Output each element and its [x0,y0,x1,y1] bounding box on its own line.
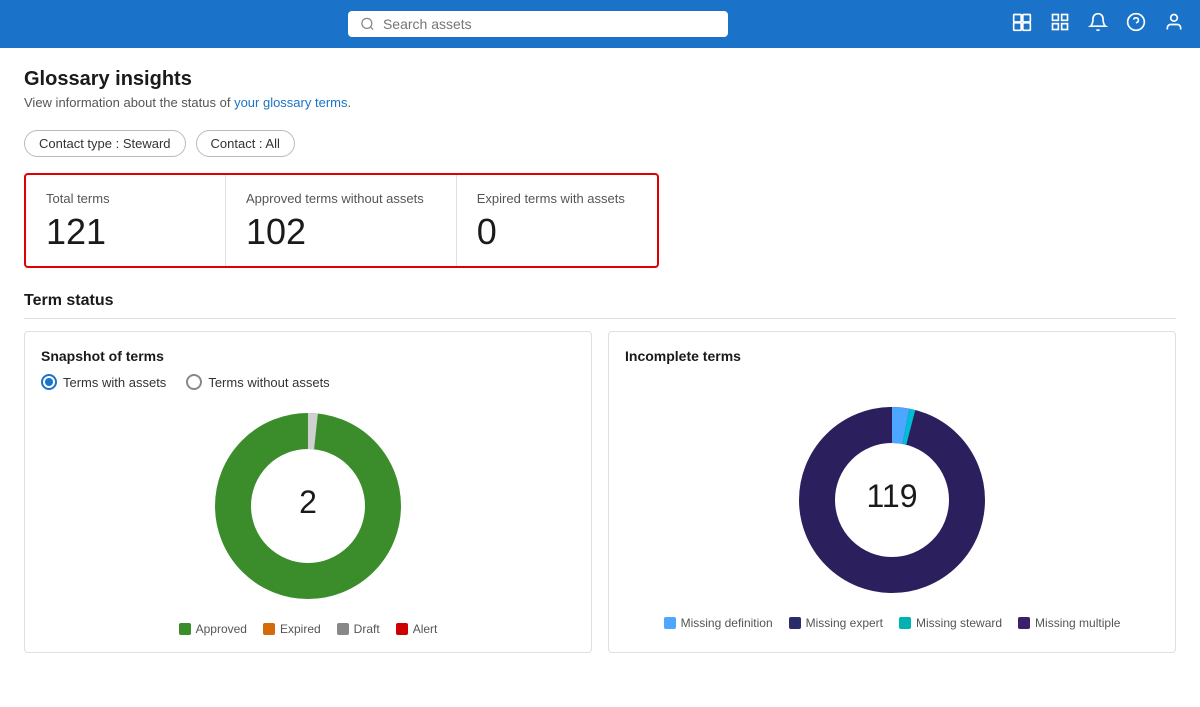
radio-terms-without-assets[interactable]: Terms without assets [186,374,329,390]
incomplete-legend: Missing definition Missing expert Missin… [625,616,1159,630]
radio-circle-selected [41,374,57,390]
radio-label-without-assets: Terms without assets [208,375,329,390]
stat-value-approved: 102 [246,214,424,250]
help-icon[interactable] [1126,12,1146,37]
legend-dot-missing-multiple [1018,617,1030,629]
filters: Contact type : Steward Contact : All [24,130,1176,157]
legend-approved: Approved [179,622,247,636]
search-bar[interactable] [348,11,728,37]
stat-value-total: 121 [46,214,193,250]
radio-group-snapshot: Terms with assets Terms without assets [41,374,575,390]
stat-total-terms: Total terms 121 [26,175,226,266]
legend-dot-expired [263,623,275,635]
snapshot-legend: Approved Expired Draft Alert [41,622,575,636]
charts-row: Snapshot of terms Terms with assets Term… [24,331,1176,653]
user-icon[interactable] [1164,12,1184,37]
snapshot-donut-svg: 2 [208,406,408,606]
back-icon[interactable] [1012,12,1032,37]
snapshot-donut-wrapper: 2 [41,406,575,606]
legend-dot-missing-expert [789,617,801,629]
incomplete-chart-card: Incomplete terms 119 [608,331,1176,653]
snapshot-chart-card: Snapshot of terms Terms with assets Term… [24,331,592,653]
incomplete-donut-wrapper: 119 [625,400,1159,600]
legend-missing-expert: Missing expert [789,616,883,630]
legend-dot-draft [337,623,349,635]
stat-expired-terms: Expired terms with assets 0 [457,175,657,266]
incomplete-donut-svg: 119 [792,400,992,600]
subtitle-link[interactable]: your glossary terms [234,95,347,110]
legend-draft: Draft [337,622,380,636]
radio-circle-unselected [186,374,202,390]
stat-value-expired: 0 [477,214,625,250]
legend-label-draft: Draft [354,622,380,636]
legend-expired: Expired [263,622,321,636]
search-icon [360,16,375,32]
incomplete-center-value: 119 [866,478,917,514]
stat-label-approved: Approved terms without assets [246,191,424,206]
grid-icon[interactable] [1050,12,1070,37]
legend-dot-missing-steward [899,617,911,629]
page-title: Glossary insights [24,68,1176,91]
bell-icon[interactable] [1088,12,1108,37]
stat-label-total: Total terms [46,191,193,206]
page-subtitle: View information about the status of you… [24,95,1176,110]
legend-dot-missing-definition [664,617,676,629]
legend-dot-approved [179,623,191,635]
stat-label-expired: Expired terms with assets [477,191,625,206]
incomplete-chart-title: Incomplete terms [625,348,1159,364]
stat-approved-terms: Approved terms without assets 102 [226,175,457,266]
legend-missing-steward: Missing steward [899,616,1002,630]
main-content: Glossary insights View information about… [0,48,1200,673]
filter-contact[interactable]: Contact : All [196,130,295,157]
legend-dot-alert [396,623,408,635]
legend-label-missing-multiple: Missing multiple [1035,616,1120,630]
subtitle-text: View information about the status of [24,95,234,110]
stats-container: Total terms 121 Approved terms without a… [24,173,659,268]
legend-label-missing-definition: Missing definition [681,616,773,630]
section-title-term-status: Term status [24,292,1176,319]
legend-label-missing-expert: Missing expert [806,616,883,630]
search-input[interactable] [383,16,716,32]
legend-label-expired: Expired [280,622,321,636]
legend-missing-definition: Missing definition [664,616,773,630]
legend-label-approved: Approved [196,622,247,636]
radio-label-with-assets: Terms with assets [63,375,166,390]
legend-label-alert: Alert [413,622,438,636]
filter-contact-type[interactable]: Contact type : Steward [24,130,186,157]
snapshot-chart-title: Snapshot of terms [41,348,575,364]
snapshot-center-value: 2 [299,484,317,520]
legend-label-missing-steward: Missing steward [916,616,1002,630]
legend-alert: Alert [396,622,438,636]
top-nav [0,0,1200,48]
legend-missing-multiple: Missing multiple [1018,616,1120,630]
radio-terms-with-assets[interactable]: Terms with assets [41,374,166,390]
nav-icons [1012,12,1184,37]
